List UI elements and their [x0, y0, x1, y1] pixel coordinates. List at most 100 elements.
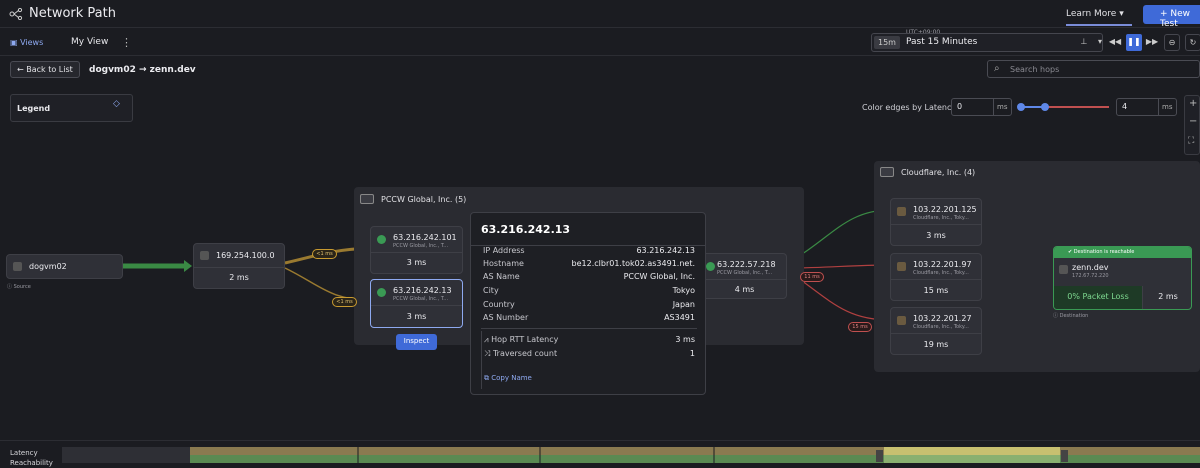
page-title: Network Path [29, 6, 116, 21]
node-divider [703, 279, 786, 280]
hop-node[interactable]: 63.222.57.218 PCCW Global, Inc., T... 4 … [702, 253, 787, 299]
hop-node[interactable]: 103.22.201.125 Cloudflare, Inc., Toky...… [890, 198, 982, 246]
copy-name-link[interactable]: ⧉ Copy Name [484, 374, 532, 383]
latency-badge: <1 ms [332, 297, 357, 307]
hop-latency: 3 ms [406, 258, 427, 267]
host-icon [13, 262, 22, 271]
hop-node-selected[interactable]: 63.216.242.13 PCCW Global, Inc., T... 3 … [370, 279, 463, 328]
top-bar: Network Path [0, 0, 1200, 28]
trend-icon: ⤨ [484, 349, 491, 358]
tooltip-key: City [483, 286, 499, 295]
network-path-icon [9, 8, 23, 20]
latency-slider[interactable] [1015, 100, 1113, 114]
latency-max-value: 4 [1122, 102, 1128, 111]
hop-latency: 2 ms [229, 273, 249, 282]
tooltip-rail [481, 331, 482, 389]
hop-ip: 63.216.242.13 [393, 286, 452, 295]
chevron-down-icon[interactable]: ▾ [1092, 34, 1108, 51]
hop-node[interactable]: 63.216.242.101 PCCW Global, Inc., T... 3… [370, 226, 463, 274]
source-name: dogvm02 [29, 262, 67, 271]
tooltip-key: Country [483, 300, 515, 309]
inspect-button[interactable]: Inspect [396, 334, 437, 350]
tooltip-value: Tokyo [672, 286, 695, 295]
destination-name: zenn.dev [1072, 263, 1109, 272]
zoom-out-icon[interactable]: − [1189, 116, 1197, 127]
tooltip-key-text: Hop RTT Latency [491, 335, 559, 344]
timeline-bars[interactable] [62, 447, 1200, 468]
tooltip-key: Hostname [483, 259, 524, 268]
source-caption-text: Source [13, 284, 31, 290]
breadcrumb: dogvm02 → zenn.dev [89, 65, 196, 75]
tooltip-value: be12.clbr01.tok02.as3491.net. [571, 259, 695, 268]
hop-tooltip: 63.216.242.13 IP Address 63.216.242.13 H… [470, 212, 706, 395]
search-icon: ⌕ [994, 63, 1000, 74]
pin-icon[interactable]: ⊥ [1076, 34, 1092, 51]
node-divider [891, 224, 981, 225]
rewind-icon[interactable]: ◀◀ [1107, 34, 1123, 51]
tooltip-key: ⤨ Traversed count [484, 349, 557, 359]
zoom-out-icon[interactable]: ⊖ [1164, 34, 1180, 51]
destination-node[interactable]: ✔ Destination is reachable zenn.dev 172.… [1053, 246, 1192, 310]
node-divider [371, 305, 462, 306]
latency-min-input[interactable]: 0 ms [951, 98, 1012, 116]
tooltip-key: AS Name [483, 272, 520, 281]
hop-ip: 63.222.57.218 [717, 260, 776, 269]
latency-chart-icon: ⩘ [484, 335, 489, 344]
tooltip-value: 63.216.242.13 [636, 246, 695, 255]
views-tab[interactable]: ▣ Views [10, 38, 43, 47]
forward-icon[interactable]: ▶▶ [1144, 34, 1160, 51]
latency-badge: 11 ms [800, 272, 824, 282]
learn-more-button[interactable]: Learn More ▾ [1066, 4, 1132, 26]
destination-status-text: Destination is reachable [1073, 249, 1135, 255]
latency-badge: 15 ms [848, 322, 872, 332]
hop-latency: 3 ms [406, 312, 427, 321]
latency-max-unit: ms [1158, 99, 1176, 115]
copy-icon: ⧉ [484, 374, 489, 382]
status-ok-icon [377, 288, 386, 297]
node-divider [371, 252, 462, 253]
latency-row-label: Latency [10, 449, 38, 457]
fit-view-icon[interactable]: ⛶ [1188, 136, 1194, 146]
latency-max-input[interactable]: 4 ms [1116, 98, 1177, 116]
back-label: Back to List [26, 65, 73, 74]
destination-caption-text: Destination [1059, 313, 1089, 319]
hop-node[interactable]: 103.22.201.27 Cloudflare, Inc., Toky... … [890, 307, 982, 355]
source-node[interactable]: dogvm02 [6, 254, 123, 279]
router-icon [200, 251, 209, 260]
tooltip-title: 63.216.242.13 [481, 223, 571, 236]
hop-org: Cloudflare, Inc., Toky... [913, 324, 969, 330]
tooltip-value: PCCW Global, Inc. [623, 272, 695, 281]
info-icon: ⓘ [1053, 313, 1059, 319]
time-range-short: 15m [874, 36, 900, 49]
tooltip-key: IP Address [483, 246, 525, 255]
latency-badge: <1 ms [312, 249, 337, 259]
arrow-left-icon: ← [17, 65, 24, 74]
copy-label: Copy Name [491, 374, 532, 382]
my-view-tab[interactable]: My View [71, 37, 108, 47]
group-title: Cloudflare, Inc. (4) [901, 168, 976, 177]
tooltip-value: 3 ms [675, 335, 695, 344]
zoom-in-icon[interactable]: + [1189, 98, 1197, 109]
views-icon: ▣ [10, 38, 18, 47]
cloud-icon [897, 207, 906, 216]
hop-latency: 19 ms [923, 340, 949, 349]
destination-ip: 172.67.72.220 [1072, 273, 1109, 279]
tooltip-divider [481, 328, 697, 329]
status-ok-icon [706, 262, 715, 271]
hop-org: Cloudflare, Inc., Toky... [913, 215, 969, 221]
hop-node[interactable]: 169.254.100.0 2 ms [193, 243, 285, 289]
refresh-icon[interactable]: ↻ [1185, 34, 1200, 51]
hop-node[interactable]: 103.22.201.97 Cloudflare, Inc., Toky... … [890, 253, 982, 301]
learn-more-label: Learn More [1066, 9, 1117, 19]
cloud-icon [897, 262, 906, 271]
hop-org: PCCW Global, Inc., T... [393, 243, 449, 249]
cloud-icon [897, 316, 906, 325]
group-title: PCCW Global, Inc. (5) [381, 195, 467, 204]
packet-loss: 0% Packet Loss [1054, 286, 1142, 309]
back-to-list-button[interactable]: ← Back to List [10, 61, 80, 78]
search-input[interactable]: ⌕ Search hops [987, 60, 1200, 78]
more-options-icon[interactable]: ⋮ [121, 36, 132, 49]
chevron-updown-icon: ◇ [113, 99, 120, 109]
new-test-button[interactable]: + New Test [1143, 5, 1200, 29]
pause-button[interactable]: ❚❚ [1126, 34, 1142, 51]
